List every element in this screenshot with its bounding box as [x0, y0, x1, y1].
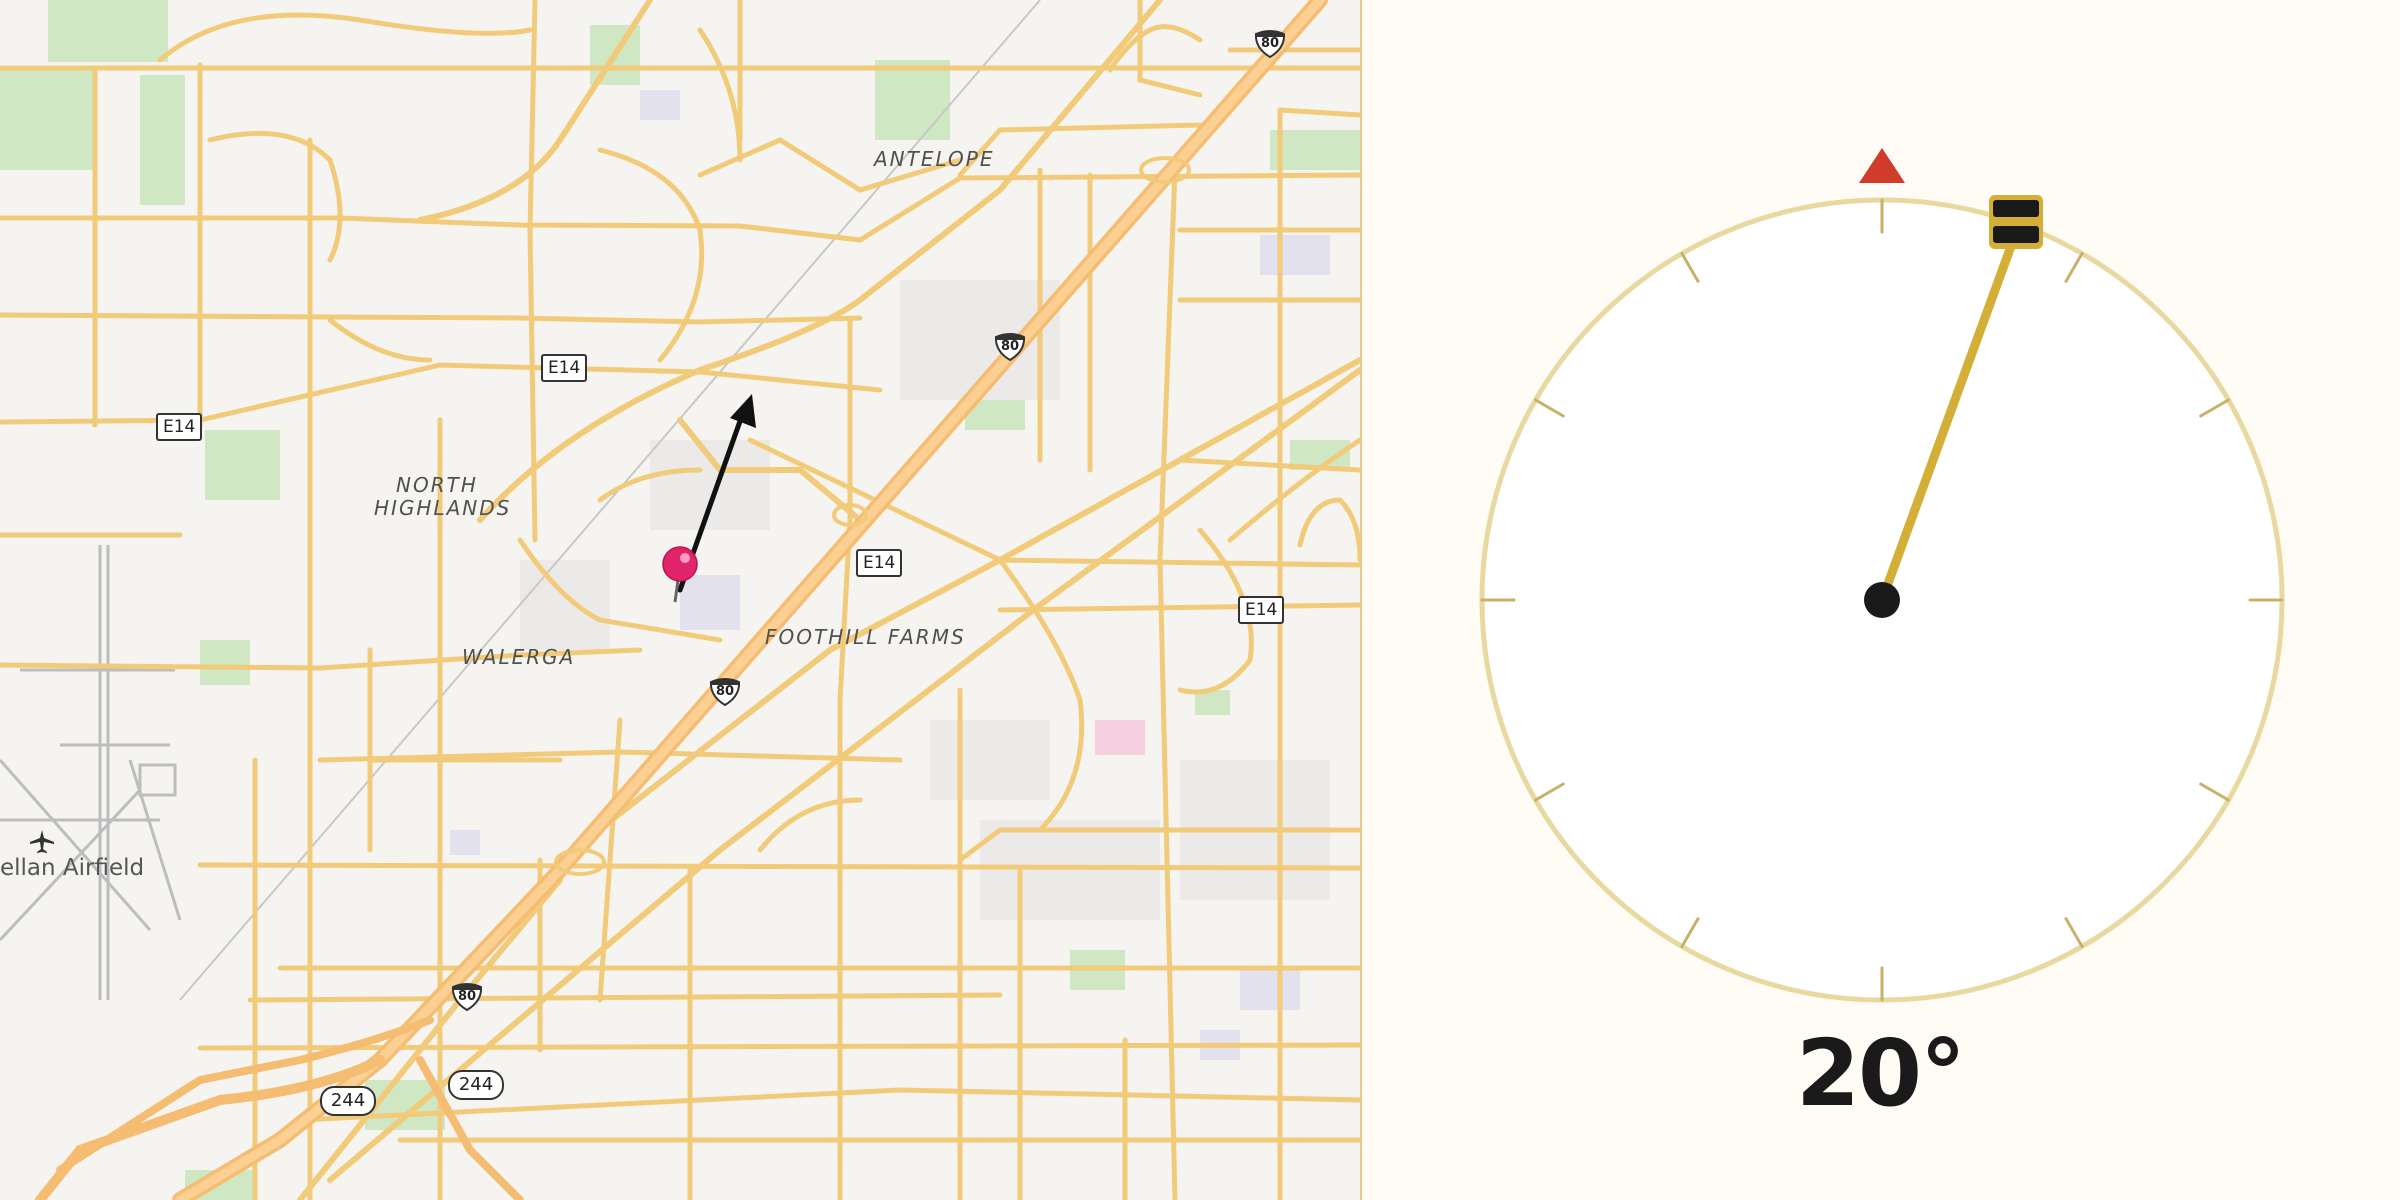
route-244-shield: 244	[448, 1070, 504, 1100]
interstate-80-label: 80	[715, 684, 735, 699]
e14-shield: E14	[541, 354, 588, 382]
airfield-label: ellan Airfield	[0, 855, 145, 881]
interstate-80-shield: 80	[709, 676, 741, 706]
route-244-shield: 244	[320, 1086, 376, 1116]
place-label-antelope: ANTELOPE	[874, 147, 995, 171]
compass-center-pivot	[1864, 582, 1900, 618]
e14-shield: E14	[156, 413, 203, 441]
map-view[interactable]: ANTELOPE NORTH HIGHLANDS WALERGA FOOTHIL…	[0, 0, 1362, 1200]
interstate-80-label: 80	[1260, 36, 1280, 51]
e14-shield: E14	[856, 549, 903, 577]
interstate-80-shield: 80	[994, 331, 1026, 361]
airplane-icon	[28, 827, 56, 855]
interstate-80-shield: 80	[451, 981, 483, 1011]
e14-shield: E14	[1238, 596, 1285, 624]
interstate-80-label: 80	[1000, 339, 1020, 354]
heading-readout: 20°	[1795, 1020, 1966, 1127]
map-pin-icon[interactable]	[660, 546, 700, 606]
interstate-80-label: 80	[457, 989, 477, 1004]
needle-handle-icon[interactable]	[1989, 195, 2043, 249]
interstate-80-shield: 80	[1254, 28, 1286, 58]
place-label-north: NORTH	[396, 473, 478, 497]
place-label-foothill-farms: FOOTHILL FARMS	[765, 625, 966, 649]
place-label-highlands: HIGHLANDS	[374, 496, 512, 520]
place-label-walerga: WALERGA	[462, 645, 576, 669]
north-marker-icon	[1859, 148, 1905, 183]
